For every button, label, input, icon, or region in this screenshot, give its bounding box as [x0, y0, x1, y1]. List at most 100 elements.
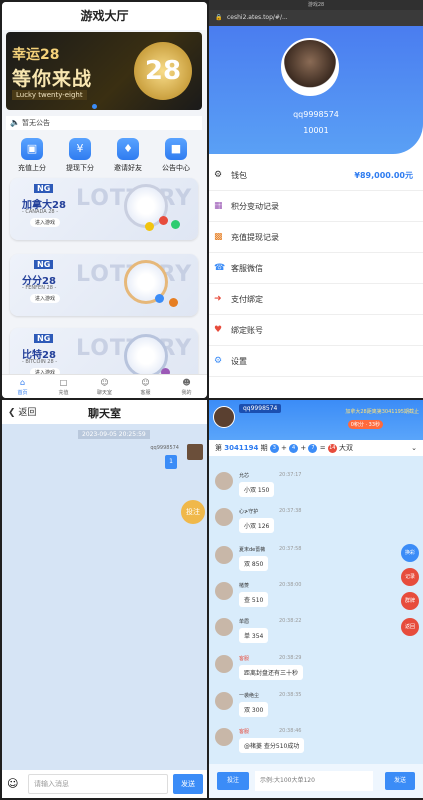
- gift-icon: ♦: [117, 138, 139, 160]
- quick-notice-center[interactable]: ■ 公告中心: [152, 138, 200, 173]
- ng-logo: NG: [34, 184, 54, 193]
- chat-input-bar: ☺ 请输入消息 发送: [2, 770, 207, 798]
- speaker-icon: 🔈: [10, 118, 20, 127]
- avatar[interactable]: [215, 655, 233, 673]
- quick-label: 充值上分: [18, 164, 46, 172]
- ball-icon: [155, 294, 164, 303]
- avatar[interactable]: [215, 508, 233, 526]
- msg-text: 小双 126: [239, 518, 275, 533]
- list-item: 楮菱 20:38:00 查 510: [209, 582, 389, 618]
- chevron-down-icon[interactable]: ⌄: [411, 440, 417, 456]
- yen-icon: ¥: [69, 138, 91, 160]
- menu-recharge-log[interactable]: ▩ 充值提现记录: [209, 222, 423, 253]
- wallet-balance: ¥89,000.00元: [354, 171, 413, 180]
- avatar[interactable]: [213, 406, 235, 428]
- msg-time: 20:37:38: [279, 508, 302, 514]
- promo-banner[interactable]: 幸运28 等你来战 Lucky twenty-eight 28: [6, 32, 202, 110]
- result-ball: 4: [289, 443, 299, 453]
- msg-text: 距离封盘还有三十秒: [239, 665, 304, 680]
- ng-logo: NG: [34, 334, 54, 343]
- avatar[interactable]: [187, 444, 203, 460]
- enter-game-button[interactable]: 进入游戏: [30, 218, 61, 227]
- bet-button[interactable]: 投注: [181, 500, 205, 524]
- avatar[interactable]: [215, 618, 233, 636]
- msg-user: 心≯守护: [239, 509, 259, 515]
- menu-service-wechat[interactable]: ☎ 客服微信: [209, 253, 423, 284]
- menu-wallet[interactable]: ⚙ 钱包 ¥89,000.00元: [209, 160, 423, 191]
- avatar[interactable]: [215, 472, 233, 490]
- heart-icon: ♥: [214, 325, 223, 335]
- msg-time: 20:38:35: [279, 692, 302, 698]
- tab-chatroom[interactable]: ☺ 聊天室: [84, 377, 125, 396]
- round-result-bar[interactable]: 第 3041194 期 3 + 4 + 7 = 14 大双 ⌄: [209, 440, 423, 456]
- window-title: 游戏28: [209, 0, 423, 10]
- quick-recharge[interactable]: ▣ 充值上分: [8, 138, 56, 173]
- game-card-fenfen28[interactable]: LOTTERY NG 分分28 - FENFEN 28 - 进入游戏: [10, 254, 198, 316]
- msg-user: 客服: [239, 729, 250, 735]
- menu-payment-bind[interactable]: ➜ 支付绑定: [209, 284, 423, 315]
- tab-label: 首页: [17, 390, 28, 396]
- menu-label: 支付绑定: [231, 295, 263, 304]
- chatroom-pane: ❮ 返回 聊天室 2023-09-05 20:25:59 qq9998574 1…: [2, 400, 207, 798]
- bet-input-bar: 投注 示例:大100大单120 发送: [209, 764, 423, 798]
- send-button[interactable]: 发送: [385, 772, 415, 790]
- ng-logo: NG: [34, 260, 54, 269]
- tab-label: 我的: [181, 390, 192, 396]
- tab-label: 聊天室: [96, 390, 112, 396]
- settings-icon: ⚙: [214, 356, 223, 366]
- msg-time: 20:37:58: [279, 546, 302, 552]
- tab-service[interactable]: ☺ 客服: [125, 377, 166, 396]
- msg-user: 单眉: [239, 619, 250, 625]
- message-bubble: 1: [165, 455, 177, 469]
- tab-mine[interactable]: ☻ 我的: [166, 377, 207, 396]
- avatar[interactable]: [215, 728, 233, 746]
- page-title: 游戏大厅: [2, 2, 207, 30]
- tab-home[interactable]: ⌂ 首页: [2, 377, 43, 396]
- msg-user: 允芯: [239, 473, 250, 479]
- menu-bind-account[interactable]: ♥ 绑定账号: [209, 315, 423, 346]
- banner-line2: 等你来战: [12, 68, 93, 90]
- ball-icon: [169, 298, 178, 307]
- message-timestamp: 2023-09-05 20:25:59: [78, 430, 150, 439]
- bet-input[interactable]: 示例:大100大单120: [255, 771, 373, 791]
- avatar[interactable]: [215, 692, 233, 710]
- message-input[interactable]: 请输入消息: [28, 774, 168, 794]
- msg-text: 双 850: [239, 556, 269, 571]
- msg-time: 20:38:46: [279, 728, 302, 734]
- enter-game-button[interactable]: 进入游戏: [30, 294, 61, 303]
- avatar[interactable]: [215, 546, 233, 564]
- result-sum-ball: 14: [327, 443, 337, 453]
- game-card-canada28[interactable]: LOTTERY NG 加拿大28 - CANADA 28 - 进入游戏: [10, 178, 198, 240]
- avatar[interactable]: [281, 38, 339, 96]
- gear-icon: ⚙: [214, 170, 223, 180]
- menu-label: 充值提现记录: [231, 233, 279, 242]
- switch-lottery-button[interactable]: 换彩: [401, 544, 419, 562]
- bottom-tab-bar: ⌂ 首页 □ 充值 ☺ 聊天室 ☺ 客服 ☻ 我的: [2, 374, 207, 398]
- msg-time: 20:37:17: [279, 472, 302, 478]
- menu-points-log[interactable]: ▦ 积分变动记录: [209, 191, 423, 222]
- avatar[interactable]: [215, 582, 233, 600]
- menu-settings[interactable]: ⚙ 设置: [209, 346, 423, 377]
- period-suffix: 期: [260, 444, 268, 452]
- group-button[interactable]: 群牌: [401, 592, 419, 610]
- bet-button[interactable]: 投注: [217, 772, 249, 790]
- list-item: 一袭绝尘 20:38:35 双 300: [209, 692, 389, 728]
- return-button[interactable]: 返回: [401, 618, 419, 636]
- msg-user: 楮菱: [239, 583, 250, 589]
- emoji-icon[interactable]: ☺: [7, 777, 18, 790]
- carousel-dot[interactable]: [92, 104, 97, 109]
- quick-invite[interactable]: ♦ 邀请好友: [104, 138, 152, 173]
- login-icon: ➜: [214, 294, 222, 304]
- tab-recharge[interactable]: □ 充值: [43, 377, 84, 396]
- send-button[interactable]: 发送: [173, 774, 203, 794]
- msg-time: 20:38:00: [279, 582, 302, 588]
- ball-icon: [145, 222, 154, 231]
- msg-user: 夏末de蔷薇: [239, 547, 266, 553]
- records-button[interactable]: 记录: [401, 568, 419, 586]
- user-icon: ☻: [182, 378, 191, 387]
- quick-withdraw[interactable]: ¥ 提现下分: [56, 138, 104, 173]
- notice-text: 暂无公告: [22, 119, 50, 127]
- list-item: 夏末de蔷薇 20:37:58 双 850: [209, 546, 389, 582]
- address-bar[interactable]: 🔒 ceshi2.ates.top/#/...: [209, 10, 423, 26]
- room-pane: qq9998574 加拿大28距离第3041195期截止 0积分 · 33秒 第…: [209, 400, 423, 798]
